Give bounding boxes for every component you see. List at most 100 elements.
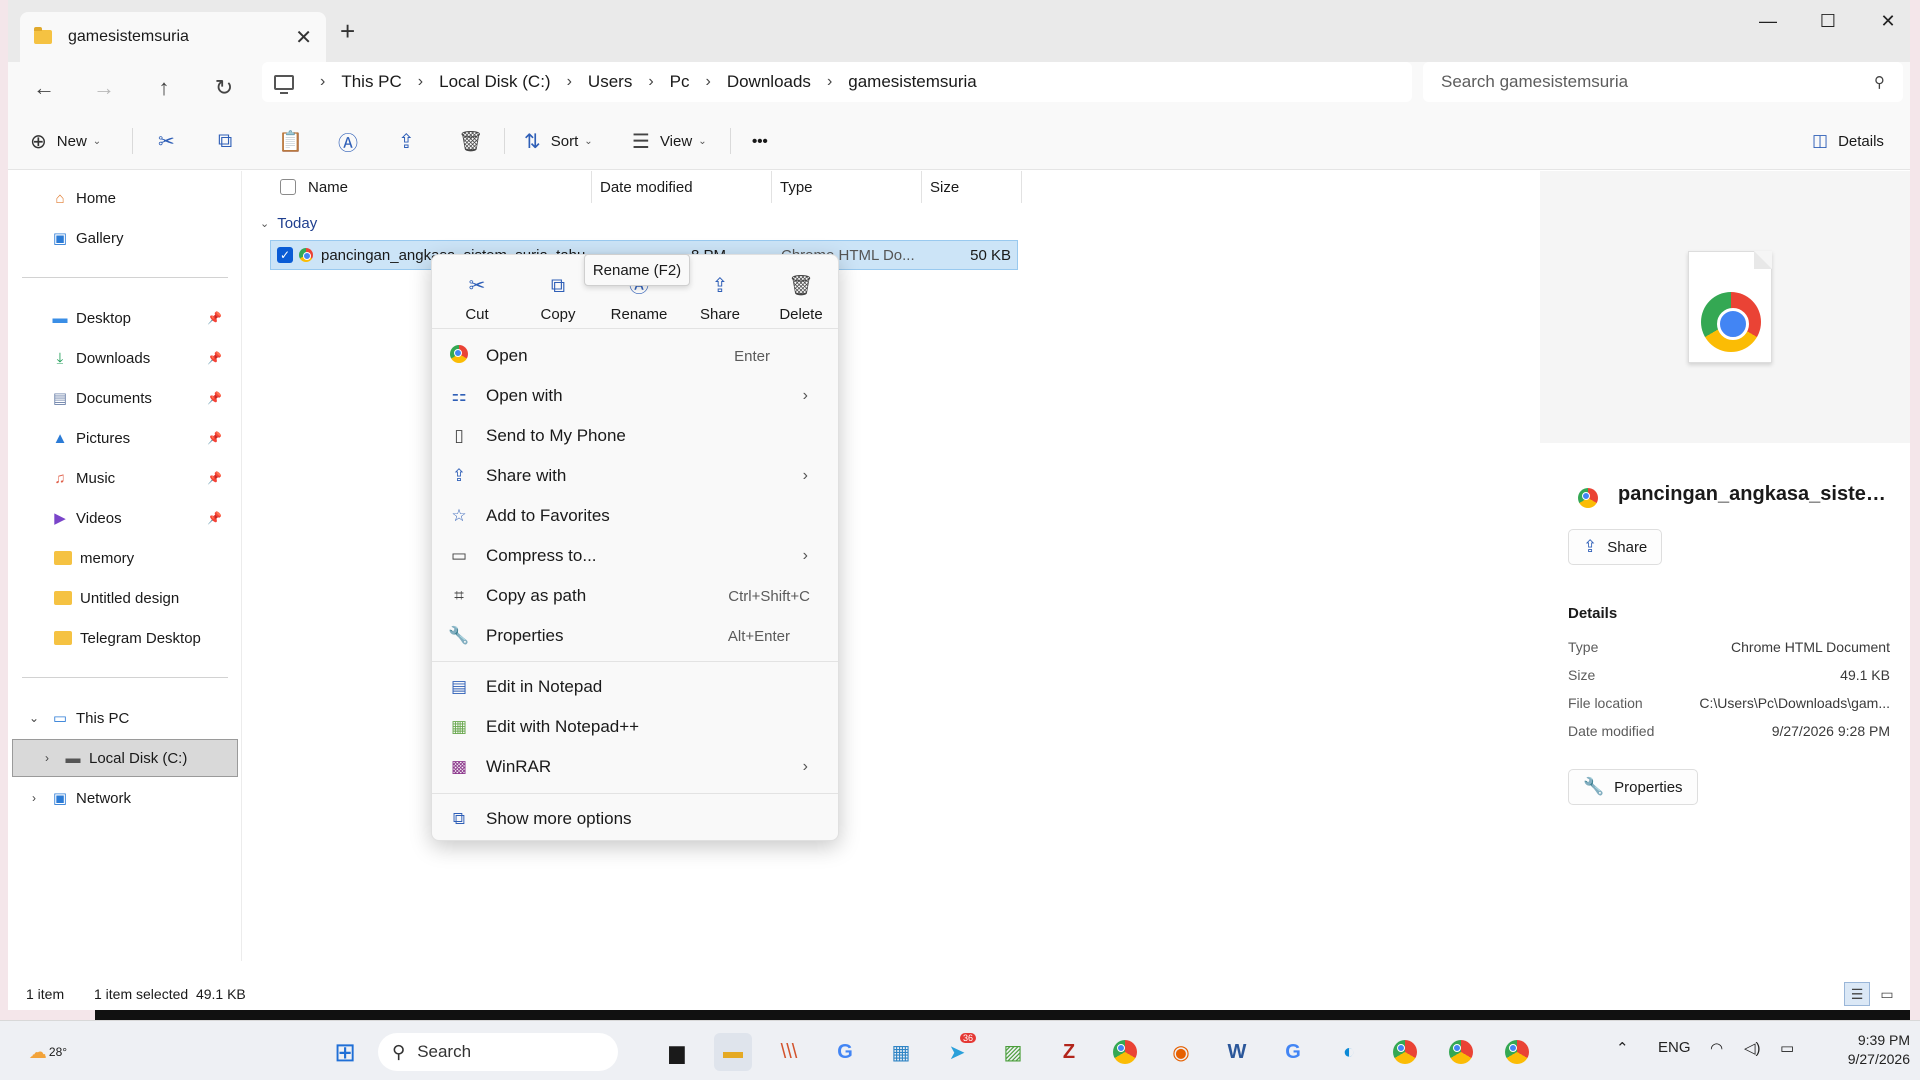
- column-date-modified[interactable]: Date modified: [592, 171, 772, 203]
- breadcrumb-gamesistemsuria[interactable]: gamesistemsuria: [848, 72, 977, 92]
- breadcrumb-downloads[interactable]: Downloads: [727, 72, 811, 92]
- share-button[interactable]: ⇪: [398, 122, 425, 160]
- ctx-cut-button[interactable]: ✂ Cut: [442, 265, 512, 323]
- cut-button[interactable]: ✂: [158, 122, 185, 160]
- filezilla-icon[interactable]: Z: [1050, 1033, 1088, 1071]
- chrome-profile-icon[interactable]: [1442, 1033, 1480, 1071]
- sidebar-item-this-pc[interactable]: ⌄ ▭ This PC: [8, 699, 234, 737]
- breadcrumb-local-disk[interactable]: Local Disk (C:): [439, 72, 550, 92]
- details-view-icon[interactable]: ☰: [1844, 982, 1870, 1006]
- ctx-open[interactable]: Open Enter: [442, 337, 830, 375]
- word-icon[interactable]: W: [1218, 1033, 1256, 1071]
- weather-widget[interactable]: ☁ 28°: [20, 1033, 76, 1071]
- wifi-icon[interactable]: ◠: [1710, 1039, 1723, 1057]
- sidebar-item-videos[interactable]: ▶ Videos 📌: [8, 499, 234, 537]
- sidebar-item-pictures[interactable]: ▲ Pictures 📌: [8, 419, 234, 457]
- details-share-button[interactable]: ⇪ Share: [1568, 529, 1663, 565]
- column-type[interactable]: Type: [772, 171, 922, 203]
- rename-button[interactable]: Ⓐ: [338, 122, 368, 160]
- details-pane-button[interactable]: ◫ Details: [1812, 122, 1884, 160]
- edge-icon[interactable]: ◐: [1330, 1033, 1368, 1071]
- sidebar-item-untitled-design[interactable]: Untitled design: [8, 579, 234, 617]
- taskbar-search[interactable]: ⚲ Search: [378, 1033, 618, 1071]
- paste-button[interactable]: 📋: [278, 122, 313, 160]
- breadcrumb-pc[interactable]: Pc: [670, 72, 690, 92]
- ctx-edit-with-notepadpp[interactable]: ▦ Edit with Notepad++: [442, 708, 830, 746]
- ctx-open-with[interactable]: ⚏ Open with ›: [442, 377, 830, 415]
- language-indicator[interactable]: ENG: [1658, 1039, 1691, 1056]
- google-chrome-app-icon[interactable]: G: [1274, 1033, 1312, 1071]
- volume-icon[interactable]: ◁): [1744, 1039, 1761, 1057]
- details-heading: Details: [1568, 605, 1618, 622]
- more-options-button[interactable]: •••: [752, 122, 768, 160]
- ctx-edit-in-notepad[interactable]: ▤ Edit in Notepad: [442, 668, 830, 706]
- sidebar-item-downloads[interactable]: ⤓ Downloads 📌: [8, 339, 234, 377]
- ctx-copy-as-path[interactable]: ⌗ Copy as path Ctrl+Shift+C: [442, 577, 830, 615]
- new-button[interactable]: ⊕ New ⌄: [30, 122, 101, 160]
- sidebar-item-network[interactable]: › ▣ Network: [8, 779, 234, 817]
- address-bar[interactable]: › This PC › Local Disk (C:) › Users › Pc…: [262, 62, 1412, 102]
- sidebar-item-telegram-desktop[interactable]: Telegram Desktop: [8, 619, 234, 657]
- ctx-copy-button[interactable]: ⧉ Copy: [523, 265, 593, 323]
- chevron-up-icon[interactable]: ⌃: [1616, 1039, 1629, 1057]
- maximize-button[interactable]: ☐: [1800, 4, 1856, 38]
- group-header-today[interactable]: ⌄ Today: [260, 215, 317, 232]
- chrome-profile-icon[interactable]: [1498, 1033, 1536, 1071]
- chrome-taskbar-icon[interactable]: [1106, 1033, 1144, 1071]
- ctx-delete-button[interactable]: 🗑 Delete: [766, 265, 836, 323]
- sort-button[interactable]: ⇅ Sort ⌄: [524, 122, 593, 160]
- clock[interactable]: 9:39 PM 9/27/2026: [1820, 1031, 1910, 1069]
- task-view-icon[interactable]: ▆: [658, 1033, 696, 1071]
- ctx-winrar[interactable]: ▩ WinRAR ›: [442, 748, 830, 786]
- calculator-icon[interactable]: ▦: [882, 1033, 920, 1071]
- back-button[interactable]: ←: [24, 70, 64, 106]
- select-all-checkbox[interactable]: [280, 179, 296, 195]
- chrome-profile-icon[interactable]: [1386, 1033, 1424, 1071]
- view-button[interactable]: ☰ View ⌄: [632, 122, 707, 160]
- sidebar-item-gallery[interactable]: ▣ Gallery: [8, 219, 234, 257]
- column-name[interactable]: Name: [272, 171, 592, 203]
- ctx-add-to-favorites[interactable]: ☆ Add to Favorites: [442, 497, 830, 535]
- ctx-compress-to[interactable]: ▭ Compress to... ›: [442, 537, 830, 575]
- up-button[interactable]: ↑: [144, 70, 184, 106]
- new-label: New: [56, 132, 87, 150]
- tab-gamesistemsuria[interactable]: gamesistemsuria ✕: [20, 12, 326, 62]
- search-input[interactable]: Search gamesistemsuria ⚲: [1423, 62, 1903, 102]
- chevron-right-icon[interactable]: ›: [37, 749, 57, 767]
- google-icon[interactable]: G: [826, 1033, 864, 1071]
- chevron-right-icon[interactable]: ›: [24, 789, 44, 807]
- breadcrumb-this-pc[interactable]: This PC: [341, 72, 401, 92]
- details-properties-button[interactable]: 🔧 Properties: [1568, 769, 1698, 805]
- start-button[interactable]: ⊞: [326, 1033, 364, 1071]
- ctx-share-button[interactable]: ⇪ Share: [685, 265, 755, 323]
- sidebar-item-desktop[interactable]: ▬ Desktop 📌: [8, 299, 234, 337]
- ctx-send-to-my-phone[interactable]: ▯ Send to My Phone: [442, 417, 830, 455]
- copy-button[interactable]: ⧉: [218, 122, 242, 160]
- image-app-icon[interactable]: ▨: [994, 1033, 1032, 1071]
- ctx-show-more-options[interactable]: ⧉ Show more options: [442, 800, 830, 838]
- sidebar-item-home[interactable]: ⌂ Home: [8, 179, 234, 217]
- close-window-button[interactable]: ✕: [1860, 4, 1910, 38]
- minimize-button[interactable]: —: [1740, 4, 1796, 38]
- tab-close-icon[interactable]: ✕: [295, 25, 312, 50]
- row-checkbox[interactable]: ✓: [277, 247, 293, 263]
- sidebar-item-memory[interactable]: memory: [8, 539, 234, 577]
- refresh-button[interactable]: ↻: [204, 70, 244, 106]
- delete-button[interactable]: 🗑: [458, 122, 493, 160]
- chevron-down-icon[interactable]: ⌄: [24, 709, 44, 727]
- ctx-share-with[interactable]: ⇪ Share with ›: [442, 457, 830, 495]
- battery-icon[interactable]: ▭: [1780, 1039, 1794, 1057]
- telegram-icon[interactable]: ➤ 36: [938, 1033, 976, 1071]
- ctx-properties[interactable]: 🔧 Properties Alt+Enter: [442, 617, 830, 655]
- sidebar-item-local-disk[interactable]: › ▬ Local Disk (C:): [12, 739, 238, 777]
- firefox-icon[interactable]: ◉: [1162, 1033, 1200, 1071]
- column-size[interactable]: Size: [922, 171, 1022, 203]
- app-icon[interactable]: \\\: [770, 1033, 808, 1071]
- breadcrumb-users[interactable]: Users: [588, 72, 632, 92]
- sidebar-item-music[interactable]: ♫ Music 📌: [8, 459, 234, 497]
- file-explorer-taskbar-icon[interactable]: ▬: [714, 1033, 752, 1071]
- tiles-view-icon[interactable]: ▭: [1874, 982, 1900, 1006]
- sidebar-item-documents[interactable]: ▤ Documents 📌: [8, 379, 234, 417]
- new-tab-button[interactable]: +: [340, 16, 355, 47]
- forward-button[interactable]: →: [84, 70, 124, 106]
